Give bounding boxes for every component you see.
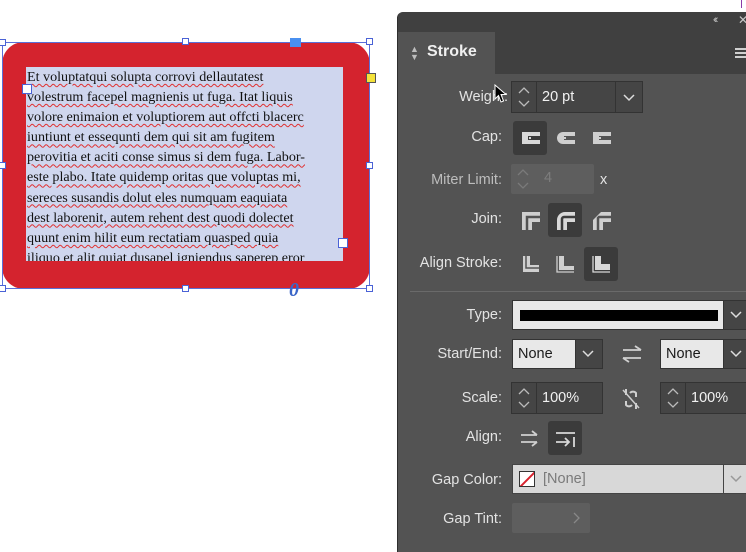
bevel-join-button[interactable] <box>584 203 618 237</box>
bevel-join-icon <box>593 212 611 230</box>
chevron-down-icon <box>623 94 635 102</box>
miter-limit-label: Miter Limit: <box>431 172 502 188</box>
start-end-label: Start/End: <box>437 346 502 362</box>
cap-label: Cap: <box>471 129 502 145</box>
start-arrowhead-dropdown-button[interactable] <box>575 339 603 369</box>
align-stroke-label: Align Stroke: <box>419 255 502 271</box>
link-scale-button[interactable] <box>620 386 642 417</box>
tab-stroke[interactable]: ▲ ▼ Stroke <box>398 32 495 74</box>
align-inside-icon <box>556 256 574 273</box>
panel-menu-icon[interactable] <box>735 48 746 60</box>
end-arrowhead-dropdown-button[interactable] <box>723 339 746 369</box>
close-icon[interactable]: ✕ <box>738 13 746 27</box>
none-swatch-icon <box>519 471 535 487</box>
text-frame-in-port[interactable] <box>22 84 32 94</box>
swap-icon <box>622 345 642 363</box>
end-scale-value: 100% <box>691 390 729 406</box>
tab-expand-icon[interactable]: ▲ ▼ <box>410 45 419 62</box>
projecting-cap-button[interactable] <box>584 121 618 155</box>
align-stroke-inside-button[interactable] <box>548 247 582 281</box>
align-outside-icon <box>592 256 610 273</box>
butt-cap-icon <box>522 132 540 144</box>
start-arrowhead-value: None <box>518 346 553 362</box>
chevron-right-icon <box>573 512 580 524</box>
resize-handle-top-right[interactable] <box>366 38 373 45</box>
gap-color-label: Gap Color: <box>431 472 502 488</box>
resize-handle-bottom-left[interactable] <box>0 285 6 292</box>
end-scale-stepper[interactable] <box>661 383 686 413</box>
weight-dropdown-button[interactable] <box>615 82 642 112</box>
start-scale-value: 100% <box>542 390 580 406</box>
resize-handle-top[interactable] <box>182 38 189 45</box>
weight-stepper[interactable] <box>512 82 537 112</box>
align-label: Align: <box>465 429 502 445</box>
stroke-type-dropdown-button[interactable] <box>723 300 746 330</box>
weight-field[interactable]: 20 pt <box>511 81 643 113</box>
broken-link-icon <box>622 389 640 409</box>
resize-handle-left[interactable] <box>0 162 6 169</box>
text-frame-out-port[interactable] <box>338 238 348 248</box>
round-cap-icon <box>557 132 575 144</box>
align-center-icon <box>523 256 539 272</box>
miter-limit-value: 4 <box>544 170 553 186</box>
stepper-arrows-icon <box>517 169 529 189</box>
round-join-icon <box>557 212 575 230</box>
solid-stroke-preview <box>520 310 718 321</box>
gap-tint-field <box>512 503 590 533</box>
separator <box>410 291 746 292</box>
chevron-down-icon <box>582 350 594 358</box>
miter-join-icon <box>522 212 540 230</box>
align-stroke-outside-button[interactable] <box>584 247 618 281</box>
panel-tabbar: ▲ ▼ Stroke <box>398 32 746 74</box>
weight-label: Weight: <box>459 89 508 105</box>
chevron-down-icon <box>730 475 742 483</box>
end-arrowhead-value: None <box>666 346 701 362</box>
collapse-panels-icon[interactable]: ‹‹ <box>713 14 719 26</box>
arrow-end-icon <box>556 432 575 447</box>
round-join-button[interactable] <box>548 203 582 237</box>
tab-stroke-label: Stroke <box>427 43 477 60</box>
start-scale-field[interactable]: 100% <box>511 382 603 414</box>
align-arrow-tip-end-button[interactable] <box>548 421 582 455</box>
align-arrow-tip-beyond-button[interactable] <box>513 421 547 455</box>
start-arrowhead-select[interactable]: None <box>512 339 576 369</box>
align-stroke-center-button[interactable] <box>513 247 547 281</box>
stroke-type-select[interactable] <box>512 300 724 330</box>
resize-handle-bottom[interactable] <box>182 285 189 292</box>
overset-text-icon: 0 <box>289 279 299 301</box>
corner-options-handle[interactable] <box>290 38 301 47</box>
chevron-down-icon <box>730 311 742 319</box>
projecting-cap-icon <box>593 132 611 144</box>
chevron-down-icon <box>730 350 742 358</box>
selection-bounding-box <box>2 42 370 289</box>
panel-header: ‹‹ ✕ <box>398 12 746 32</box>
miter-join-button[interactable] <box>513 203 547 237</box>
weight-value: 20 pt <box>542 89 575 105</box>
start-scale-stepper[interactable] <box>512 383 537 413</box>
miter-suffix: x <box>600 172 608 188</box>
gap-color-select[interactable]: [None] <box>512 464 724 494</box>
gap-tint-label: Gap Tint: <box>443 511 502 527</box>
mouse-cursor-icon <box>494 83 508 109</box>
end-scale-field[interactable]: 100% <box>660 382 746 414</box>
resize-handle-right[interactable] <box>366 162 373 169</box>
stepper-arrows-icon <box>518 388 530 408</box>
arrow-extend-icon <box>521 430 538 447</box>
stepper-arrows-icon <box>518 87 530 107</box>
gap-color-value: [None] <box>543 471 586 487</box>
join-label: Join: <box>471 211 502 227</box>
guide-line <box>741 0 742 8</box>
gap-color-dropdown-button[interactable] <box>723 464 746 494</box>
resize-handle-top-left[interactable] <box>0 39 6 46</box>
live-corners-handle[interactable] <box>366 73 376 83</box>
resize-handle-bottom-right[interactable] <box>366 285 373 292</box>
stepper-arrows-icon <box>667 388 679 408</box>
type-label: Type: <box>466 307 502 323</box>
butt-cap-button[interactable] <box>513 121 547 155</box>
swap-arrowheads-button[interactable] <box>620 344 644 369</box>
miter-limit-field: 4 <box>511 164 594 194</box>
scale-label: Scale: <box>461 390 502 406</box>
end-arrowhead-select[interactable]: None <box>660 339 724 369</box>
round-cap-button[interactable] <box>548 121 582 155</box>
